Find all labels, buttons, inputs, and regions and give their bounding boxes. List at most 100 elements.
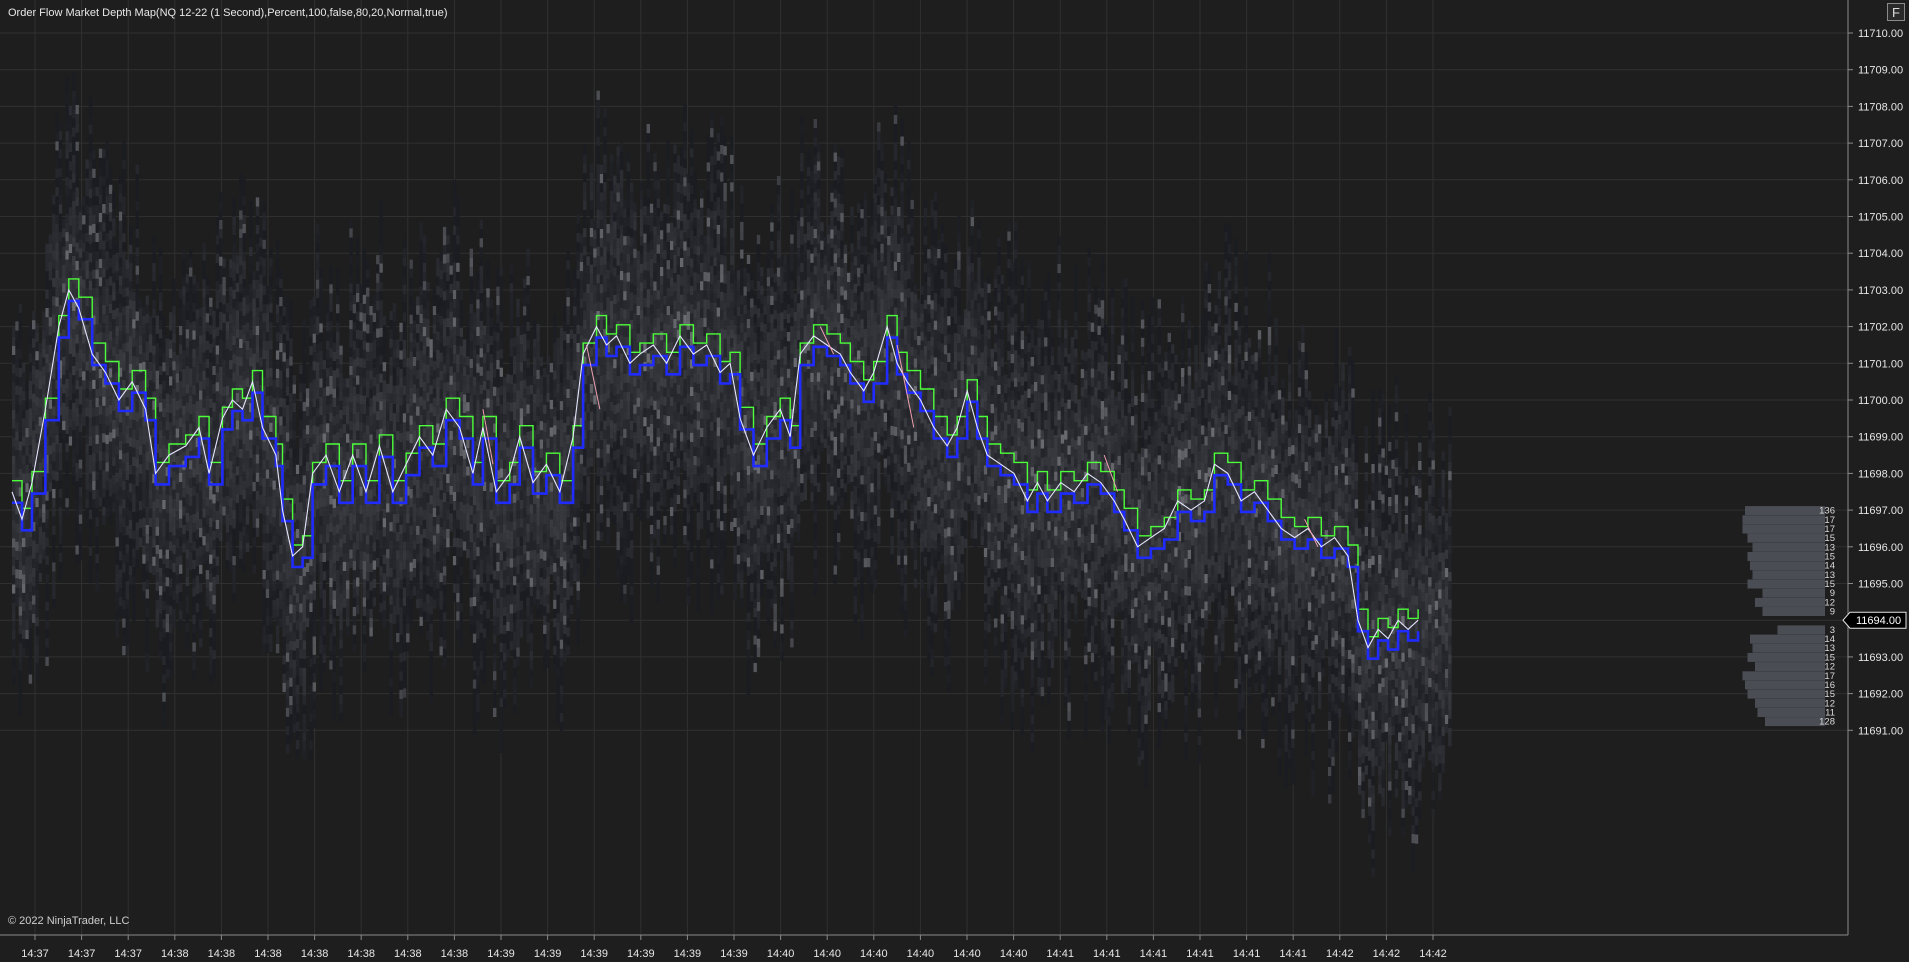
- depth-cell: [379, 236, 383, 246]
- depth-cell: [62, 375, 66, 385]
- depth-cell: [396, 633, 400, 643]
- depth-cell: [379, 199, 383, 209]
- depth-cell: [165, 641, 169, 651]
- depth-cell: [102, 314, 106, 324]
- depth-cell: [305, 571, 310, 582]
- depth-cell: [259, 494, 263, 505]
- market-depth-chart[interactable]: 11710.0011709.0011708.0011707.0011706.00…: [0, 0, 1909, 962]
- depth-cell: [102, 268, 106, 278]
- depth-cell: [269, 331, 273, 341]
- depth-cell: [426, 548, 430, 558]
- depth-cell: [118, 174, 123, 185]
- depth-cell: [192, 513, 196, 524]
- depth-cell: [309, 722, 313, 732]
- depth-cell: [122, 462, 126, 472]
- depth-cell: [95, 471, 99, 481]
- depth-cell: [159, 503, 163, 513]
- depth-cell: [58, 204, 63, 214]
- depth-cell: [245, 341, 250, 351]
- depth-cell: [369, 517, 373, 527]
- depth-cell: [15, 404, 19, 414]
- depth-cell: [65, 85, 69, 95]
- depth-cell: [412, 485, 417, 495]
- depth-cell: [215, 538, 220, 548]
- depth-cell: [419, 580, 423, 590]
- depth-cell: [162, 316, 166, 326]
- depth-cell: [232, 445, 236, 456]
- depth-cell: [92, 196, 96, 206]
- depth-cell: [132, 484, 136, 494]
- depth-cell: [282, 435, 286, 445]
- depth-cell: [195, 337, 200, 347]
- depth-cell: [38, 343, 43, 353]
- depth-cell: [426, 566, 430, 576]
- depth-cell: [75, 361, 79, 371]
- depth-cell: [85, 196, 89, 206]
- depth-cell: [422, 574, 427, 584]
- depth-cell: [379, 336, 383, 347]
- depth-cell: [118, 303, 123, 313]
- depth-cell: [305, 434, 310, 444]
- depth-cell: [165, 393, 169, 403]
- depth-cell: [162, 710, 166, 721]
- depth-cell: [32, 448, 36, 458]
- depth-cell: [15, 532, 19, 542]
- depth-cell: [262, 487, 266, 497]
- depth-cell: [242, 453, 246, 463]
- depth-cell: [105, 315, 109, 325]
- depth-cell: [402, 651, 407, 661]
- depth-cell: [179, 316, 183, 326]
- depth-cell: [172, 480, 176, 490]
- depth-cell: [272, 498, 276, 509]
- depth-cell: [222, 368, 226, 378]
- depth-cell: [192, 541, 196, 551]
- depth-cell: [409, 589, 413, 600]
- depth-cell: [172, 507, 176, 518]
- depth-cell: [162, 398, 166, 409]
- depth-cell: [259, 320, 263, 330]
- depth-cell: [192, 358, 196, 368]
- depth-cell: [145, 332, 149, 342]
- depth-cell: [372, 533, 377, 543]
- depth-cell: [249, 265, 253, 275]
- depth-cell: [185, 466, 190, 476]
- depth-cell: [432, 397, 437, 407]
- depth-cell: [132, 511, 136, 521]
- depth-cell: [336, 331, 340, 341]
- depth-cell: [152, 244, 156, 254]
- depth-cell: [295, 657, 300, 667]
- depth-cell: [339, 630, 343, 640]
- depth-cell: [235, 484, 240, 494]
- depth-cell: [122, 627, 126, 637]
- depth-cell: [112, 199, 116, 209]
- depth-cell: [436, 340, 440, 350]
- depth-cell: [362, 542, 367, 552]
- depth-cell: [362, 597, 367, 607]
- depth-cell: [339, 666, 343, 677]
- depth-cell: [332, 351, 336, 362]
- depth-cell: [376, 548, 380, 558]
- depth-cell: [422, 427, 427, 438]
- depth-cell: [299, 585, 303, 595]
- depth-cell: [409, 388, 413, 398]
- depth-cell: [25, 584, 29, 594]
- depth-cell: [409, 525, 413, 535]
- depth-cell: [432, 416, 437, 426]
- depth-cell: [396, 440, 400, 450]
- depth-cell: [162, 408, 166, 418]
- depth-cell: [12, 676, 16, 686]
- depth-cell: [148, 334, 153, 344]
- depth-cell: [75, 554, 79, 564]
- depth-cell: [366, 379, 370, 389]
- depth-cell: [249, 357, 253, 367]
- depth-cell: [209, 637, 213, 647]
- depth-cell: [379, 584, 383, 594]
- depth-cell: [152, 529, 156, 539]
- depth-cell: [439, 646, 443, 656]
- depth-cell: [138, 445, 143, 455]
- depth-cell: [242, 288, 246, 298]
- depth-cell: [175, 593, 180, 603]
- depth-cell: [22, 381, 26, 391]
- depth-cell: [159, 402, 163, 412]
- depth-cell: [376, 273, 380, 283]
